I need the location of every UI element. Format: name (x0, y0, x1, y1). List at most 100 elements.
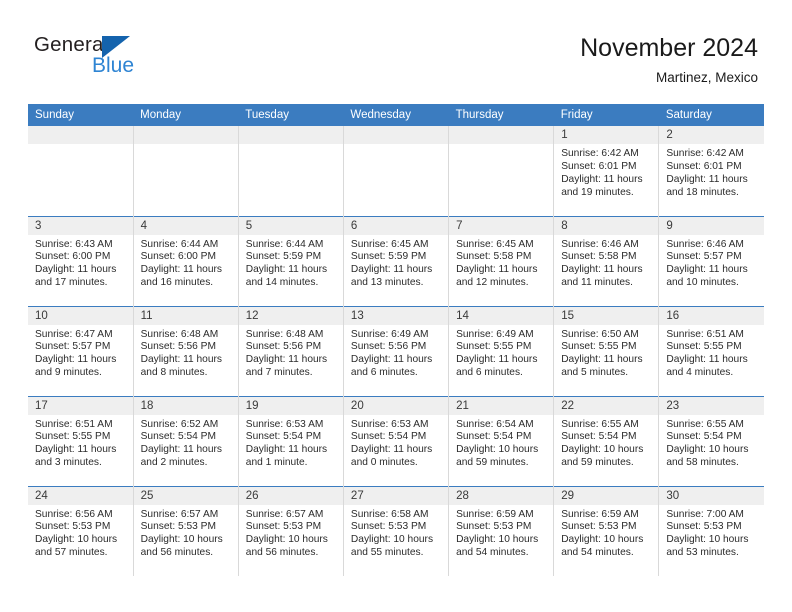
calendar-day-cell[interactable]: 16 Sunrise: 6:51 AM Sunset: 5:55 PM Dayligh… (658, 305, 764, 396)
calendar-day-cell[interactable]: 29 Sunrise: 6:59 AM Sunset: 5:53 PM Dayligh… (553, 485, 660, 576)
day-details: Sunrise: 6:48 AM Sunset: 5:56 PM Daylight:… (239, 325, 343, 381)
daylight-text: Daylight: 10 hours and 55 minutes. (350, 534, 434, 559)
sunset-text: Sunset: 5:54 PM (666, 431, 742, 443)
calendar-day-cell[interactable]: 3 Sunrise: 6:43 AM Sunset: 6:00 PM Daylight… (28, 215, 134, 306)
daylight-text: Daylight: 11 hours and 5 minutes. (561, 354, 643, 379)
sunset-text: Sunset: 5:58 PM (561, 251, 637, 263)
calendar-day-cell[interactable]: 7 Sunrise: 6:45 AM Sunset: 5:58 PM Daylight… (448, 215, 555, 306)
calendar-grid: Sunday Monday Tuesday Wednesday Thursday… (28, 104, 764, 576)
calendar-day-cell[interactable]: 22 Sunrise: 6:55 AM Sunset: 5:54 PM Dayligh… (553, 395, 660, 486)
day-number (133, 126, 238, 144)
day-details: Sunrise: 6:46 AM Sunset: 5:57 PM Daylight:… (659, 235, 764, 291)
day-details: Sunrise: 6:51 AM Sunset: 5:55 PM Daylight:… (28, 415, 133, 471)
day-details: Sunrise: 6:47 AM Sunset: 5:57 PM Daylight:… (28, 325, 133, 381)
sunset-text: Sunset: 5:59 PM (245, 251, 322, 263)
day-details: Sunrise: 7:00 AM Sunset: 5:53 PM Daylight:… (659, 505, 764, 561)
sunset-text: Sunset: 5:55 PM (456, 341, 532, 353)
calendar-day-cell[interactable]: 15 Sunrise: 6:50 AM Sunset: 5:55 PM Dayligh… (553, 305, 660, 396)
sunrise-text: Sunrise: 6:58 AM (350, 508, 429, 520)
day-details: Sunrise: 6:46 AM Sunset: 5:58 PM Daylight:… (554, 235, 658, 291)
sunset-text: Sunset: 6:01 PM (561, 160, 637, 172)
day-details: Sunrise: 6:52 AM Sunset: 5:54 PM Daylight:… (134, 415, 238, 471)
calendar-day-cell[interactable]: 5 Sunrise: 6:44 AM Sunset: 5:59 PM Daylight… (238, 215, 344, 306)
day-number: 24 (28, 486, 133, 505)
sunset-text: Sunset: 5:54 PM (456, 431, 532, 443)
day-number: 4 (133, 216, 238, 235)
calendar-week-row: 17 Sunrise: 6:51 AM Sunset: 5:55 PM Dayligh… (28, 395, 764, 486)
calendar-day-cell[interactable]: 8 Sunrise: 6:46 AM Sunset: 5:58 PM Daylight… (553, 215, 660, 306)
day-details: Sunrise: 6:58 AM Sunset: 5:53 PM Daylight:… (344, 505, 448, 561)
day-details: Sunrise: 6:42 AM Sunset: 6:01 PM Daylight:… (554, 144, 658, 200)
calendar-day-cell[interactable]: 26 Sunrise: 6:57 AM Sunset: 5:53 PM Dayligh… (238, 485, 344, 576)
weekday-header-monday: Monday (133, 104, 239, 126)
calendar-day-cell-empty (343, 126, 450, 216)
page-title: November 2024 (580, 34, 758, 62)
day-number: 9 (659, 216, 764, 235)
calendar-day-cell[interactable]: 21 Sunrise: 6:54 AM Sunset: 5:54 PM Dayligh… (448, 395, 555, 486)
daylight-text: Daylight: 10 hours and 56 minutes. (140, 534, 223, 559)
calendar-day-cell[interactable]: 13 Sunrise: 6:49 AM Sunset: 5:56 PM Dayligh… (343, 305, 450, 396)
day-number: 27 (343, 486, 449, 505)
calendar-day-cell[interactable]: 17 Sunrise: 6:51 AM Sunset: 5:55 PM Dayligh… (28, 395, 134, 486)
calendar-day-cell[interactable]: 25 Sunrise: 6:57 AM Sunset: 5:53 PM Dayligh… (133, 485, 239, 576)
general-blue-logo[interactable]: General Blue (34, 33, 154, 81)
calendar-day-cell[interactable]: 10 Sunrise: 6:47 AM Sunset: 5:57 PM Dayligh… (28, 305, 134, 396)
day-number: 12 (238, 306, 343, 325)
calendar-day-cell[interactable]: 4 Sunrise: 6:44 AM Sunset: 6:00 PM Daylight… (133, 215, 239, 306)
sunrise-text: Sunrise: 6:51 AM (35, 418, 113, 430)
day-number: 13 (343, 306, 449, 325)
calendar-day-cell[interactable]: 18 Sunrise: 6:52 AM Sunset: 5:54 PM Dayligh… (133, 395, 239, 486)
day-number: 22 (554, 396, 659, 415)
day-number: 15 (554, 306, 659, 325)
calendar-day-cell-empty (133, 126, 239, 216)
daylight-text: Daylight: 11 hours and 3 minutes. (35, 444, 117, 469)
weekday-header-thursday: Thursday (448, 104, 554, 126)
calendar-day-cell[interactable]: 6 Sunrise: 6:45 AM Sunset: 5:59 PM Daylight… (343, 215, 450, 306)
weekday-header-wednesday: Wednesday (343, 104, 449, 126)
day-number (343, 126, 449, 144)
sunrise-text: Sunrise: 6:54 AM (456, 418, 534, 430)
daylight-text: Daylight: 11 hours and 13 minutes. (350, 264, 433, 289)
sunset-text: Sunset: 5:53 PM (456, 521, 532, 533)
calendar-day-cell[interactable]: 11 Sunrise: 6:48 AM Sunset: 5:56 PM Dayligh… (133, 305, 239, 396)
sunset-text: Sunset: 6:00 PM (35, 251, 111, 263)
day-number: 29 (554, 486, 659, 505)
daylight-text: Daylight: 11 hours and 17 minutes. (35, 264, 117, 289)
calendar-week-row: 1 Sunrise: 6:42 AM Sunset: 6:01 PM Daylight… (28, 126, 764, 216)
calendar-day-cell[interactable]: 24 Sunrise: 6:56 AM Sunset: 5:53 PM Dayligh… (28, 485, 134, 576)
calendar-day-cell[interactable]: 23 Sunrise: 6:55 AM Sunset: 5:54 PM Dayligh… (658, 395, 764, 486)
calendar-week-row: 10 Sunrise: 6:47 AM Sunset: 5:57 PM Dayligh… (28, 305, 764, 396)
sunrise-text: Sunrise: 6:44 AM (140, 238, 219, 250)
calendar-day-cell[interactable]: 9 Sunrise: 6:46 AM Sunset: 5:57 PM Daylight… (658, 215, 764, 306)
sunset-text: Sunset: 5:55 PM (561, 341, 637, 353)
calendar-day-cell[interactable]: 30 Sunrise: 7:00 AM Sunset: 5:53 PM Dayligh… (658, 485, 764, 576)
sunrise-text: Sunrise: 6:46 AM (561, 238, 639, 250)
sunset-text: Sunset: 5:53 PM (350, 521, 427, 533)
day-details: Sunrise: 6:50 AM Sunset: 5:55 PM Daylight:… (554, 325, 658, 381)
sunset-text: Sunset: 5:56 PM (245, 341, 322, 353)
sunrise-text: Sunrise: 6:56 AM (35, 508, 113, 520)
calendar-day-cell[interactable]: 19 Sunrise: 6:53 AM Sunset: 5:54 PM Dayligh… (238, 395, 344, 486)
day-details: Sunrise: 6:55 AM Sunset: 5:54 PM Daylight:… (659, 415, 764, 471)
day-details: Sunrise: 6:43 AM Sunset: 6:00 PM Daylight:… (28, 235, 133, 291)
daylight-text: Daylight: 10 hours and 54 minutes. (456, 534, 539, 559)
calendar-day-cell[interactable]: 27 Sunrise: 6:58 AM Sunset: 5:53 PM Dayligh… (343, 485, 450, 576)
calendar-day-cell[interactable]: 2 Sunrise: 6:42 AM Sunset: 6:01 PM Daylight… (658, 126, 764, 216)
day-number (449, 126, 554, 144)
calendar-day-cell[interactable]: 14 Sunrise: 6:49 AM Sunset: 5:55 PM Dayligh… (448, 305, 555, 396)
day-details: Sunrise: 6:49 AM Sunset: 5:56 PM Daylight:… (344, 325, 448, 381)
sunrise-text: Sunrise: 6:49 AM (456, 328, 534, 340)
daylight-text: Daylight: 11 hours and 14 minutes. (245, 264, 328, 289)
day-details: Sunrise: 6:45 AM Sunset: 5:58 PM Daylight:… (449, 235, 553, 291)
calendar-day-cell[interactable]: 20 Sunrise: 6:53 AM Sunset: 5:54 PM Dayligh… (343, 395, 450, 486)
calendar-day-cell[interactable]: 1 Sunrise: 6:42 AM Sunset: 6:01 PM Daylight… (553, 126, 660, 216)
day-number: 20 (343, 396, 449, 415)
daylight-text: Daylight: 10 hours and 57 minutes. (35, 534, 118, 559)
sunset-text: Sunset: 6:00 PM (140, 251, 216, 263)
weekday-header-sunday: Sunday (28, 104, 134, 126)
day-number (238, 126, 343, 144)
sunset-text: Sunset: 5:56 PM (140, 341, 216, 353)
calendar-day-cell[interactable]: 12 Sunrise: 6:48 AM Sunset: 5:56 PM Dayligh… (238, 305, 344, 396)
day-number: 28 (449, 486, 554, 505)
calendar-day-cell[interactable]: 28 Sunrise: 6:59 AM Sunset: 5:53 PM Dayligh… (448, 485, 555, 576)
